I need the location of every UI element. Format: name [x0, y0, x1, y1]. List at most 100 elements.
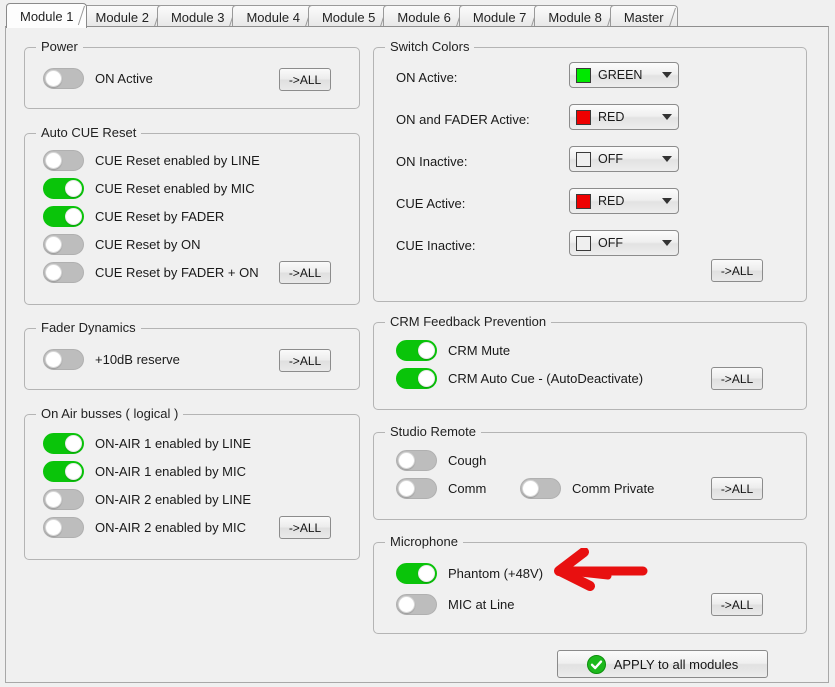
- toggle-row-cue-reset-mic[interactable]: CUE Reset enabled by MIC: [43, 178, 255, 199]
- toggle-row-onair1-mic[interactable]: ON-AIR 1 enabled by MIC: [43, 461, 246, 482]
- chevron-down-icon: [662, 114, 672, 120]
- dropdown-on-inactive-color[interactable]: OFF: [569, 146, 679, 172]
- toggle-cue-reset-fader[interactable]: [43, 206, 84, 227]
- apply-to-all-power-button[interactable]: ->ALL: [279, 68, 331, 91]
- apply-to-all-auto-cue-reset-button[interactable]: ->ALL: [279, 261, 331, 284]
- tab-module-4[interactable]: Module 4: [232, 5, 314, 28]
- toggle-knob: [65, 463, 82, 480]
- group-title: Microphone: [385, 534, 463, 549]
- chevron-down-icon: [662, 72, 672, 78]
- toggle-knob: [398, 596, 415, 613]
- group-title: Studio Remote: [385, 424, 481, 439]
- all-button-label: ->ALL: [720, 481, 754, 496]
- toggle-row-comm-private[interactable]: Comm Private: [520, 478, 654, 499]
- group-title: Power: [36, 39, 83, 54]
- toggle-label: ON-AIR 1 enabled by LINE: [95, 436, 252, 451]
- toggle-comm-private[interactable]: [520, 478, 561, 499]
- toggle-cue-reset-fader-on[interactable]: [43, 262, 84, 283]
- tab-slant-divider: [672, 6, 684, 28]
- toggle-label: +10dB reserve: [95, 352, 180, 367]
- toggle-row-cue-reset-line[interactable]: CUE Reset enabled by LINE: [43, 150, 260, 171]
- toggle-crm-mute[interactable]: [396, 340, 437, 361]
- tab-module-7[interactable]: Module 7: [458, 5, 541, 28]
- label-cue-inactive: CUE Inactive:: [396, 238, 475, 253]
- toggle-row-cue-reset-fader-on[interactable]: CUE Reset by FADER + ON: [43, 262, 259, 283]
- toggle-label: Phantom (+48V): [448, 566, 544, 581]
- toggle-row-onair2-mic[interactable]: ON-AIR 2 enabled by MIC: [43, 517, 246, 538]
- toggle-cough[interactable]: [396, 450, 437, 471]
- toggle-row-mic-at-line[interactable]: MIC at Line: [396, 594, 514, 615]
- tab-label: Module 3: [170, 9, 225, 25]
- all-button-label: ->ALL: [288, 353, 322, 368]
- tab-module-6[interactable]: Module 6: [383, 5, 465, 28]
- apply-to-all-crm-feedback-button[interactable]: ->ALL: [711, 367, 763, 390]
- toggle-label: CUE Reset enabled by MIC: [95, 181, 255, 196]
- group-crm-feedback-prevention: CRM Feedback Prevention CRM Mute CRM Aut…: [373, 314, 807, 410]
- toggle-onair2-line[interactable]: [43, 489, 84, 510]
- apply-to-all-fader-dynamics-button[interactable]: ->ALL: [279, 349, 331, 372]
- toggle-label: ON-AIR 2 enabled by LINE: [95, 492, 252, 507]
- dropdown-cue-active-color[interactable]: RED: [569, 188, 679, 214]
- toggle-row-onair2-line[interactable]: ON-AIR 2 enabled by LINE: [43, 489, 251, 510]
- tab-module-8[interactable]: Module 8: [534, 5, 616, 28]
- dropdown-on-active-color[interactable]: GREEN: [569, 62, 679, 88]
- group-auto-cue-reset: Auto CUE Reset CUE Reset enabled by LINE…: [24, 125, 360, 305]
- toggle-row-cough[interactable]: Cough: [396, 450, 486, 471]
- toggle-row-comm[interactable]: Comm: [396, 478, 486, 499]
- toggle-row-onair1-line[interactable]: ON-AIR 1 enabled by LINE: [43, 433, 251, 454]
- dropdown-value: GREEN: [598, 68, 643, 82]
- toggle-row-phantom-48v[interactable]: Phantom (+48V): [396, 563, 543, 584]
- label-on-inactive: ON Inactive:: [396, 154, 468, 169]
- group-title: CRM Feedback Prevention: [385, 314, 552, 329]
- toggle-knob: [45, 491, 62, 508]
- toggle-10db-reserve[interactable]: [43, 349, 84, 370]
- toggle-knob: [45, 351, 62, 368]
- toggle-cue-reset-line[interactable]: [43, 150, 84, 171]
- toggle-cue-reset-mic[interactable]: [43, 178, 84, 199]
- tab-module-2[interactable]: Module 2: [81, 5, 163, 28]
- apply-to-all-studio-remote-button[interactable]: ->ALL: [711, 477, 763, 500]
- dropdown-cue-inactive-color[interactable]: OFF: [569, 230, 679, 256]
- apply-to-all-switch-colors-button[interactable]: ->ALL: [711, 259, 763, 282]
- toggle-knob: [398, 452, 415, 469]
- tab-module-1[interactable]: Module 1: [6, 3, 88, 28]
- toggle-phantom-48v[interactable]: [396, 563, 437, 584]
- toggle-mic-at-line[interactable]: [396, 594, 437, 615]
- dropdown-on-and-fader-active-color[interactable]: RED: [569, 104, 679, 130]
- group-title: On Air busses ( logical ): [36, 406, 184, 421]
- color-swatch-off: [576, 235, 591, 251]
- toggle-row-on-active[interactable]: ON Active: [43, 68, 153, 89]
- toggle-label: Comm: [448, 481, 487, 496]
- toggle-onair2-mic[interactable]: [43, 517, 84, 538]
- toggle-row-crm-mute[interactable]: CRM Mute: [396, 340, 510, 361]
- color-swatch-off: [576, 151, 591, 167]
- apply-to-all-on-air-busses-button[interactable]: ->ALL: [279, 516, 331, 539]
- toggle-cue-reset-on[interactable]: [43, 234, 84, 255]
- toggle-comm[interactable]: [396, 478, 437, 499]
- apply-to-all-microphone-button[interactable]: ->ALL: [711, 593, 763, 616]
- toggle-row-crm-auto-cue[interactable]: CRM Auto Cue - (AutoDeactivate): [396, 368, 643, 389]
- tab-master[interactable]: Master: [609, 5, 678, 28]
- toggle-knob: [65, 435, 82, 452]
- toggle-crm-auto-cue[interactable]: [396, 368, 437, 389]
- tab-module-5[interactable]: Module 5: [307, 5, 390, 28]
- module-tab-bar: Module 1 Module 2 Module 3 Module 4 Modu…: [0, 0, 835, 28]
- all-button-label: ->ALL: [720, 597, 754, 612]
- apply-to-all-modules-button[interactable]: APPLY to all modules: [557, 650, 768, 678]
- group-fader-dynamics: Fader Dynamics +10dB reserve ->ALL: [24, 320, 360, 390]
- toggle-onair1-mic[interactable]: [43, 461, 84, 482]
- toggle-onair1-line[interactable]: [43, 433, 84, 454]
- dropdown-value: OFF: [598, 236, 623, 250]
- tab-module-3[interactable]: Module 3: [156, 5, 239, 28]
- toggle-row-cue-reset-on[interactable]: CUE Reset by ON: [43, 234, 200, 255]
- group-studio-remote: Studio Remote Cough Comm Comm Private ->…: [373, 424, 807, 520]
- toggle-knob: [45, 264, 62, 281]
- toggle-row-cue-reset-fader[interactable]: CUE Reset by FADER: [43, 206, 224, 227]
- check-circle-icon: [586, 654, 606, 674]
- toggle-row-10db-reserve[interactable]: +10dB reserve: [43, 349, 180, 370]
- toggle-label: CUE Reset by FADER + ON: [95, 265, 259, 280]
- group-title: Auto CUE Reset: [36, 125, 142, 140]
- toggle-knob: [65, 180, 82, 197]
- apply-button-label: APPLY to all modules: [613, 656, 739, 672]
- toggle-on-active[interactable]: [43, 68, 84, 89]
